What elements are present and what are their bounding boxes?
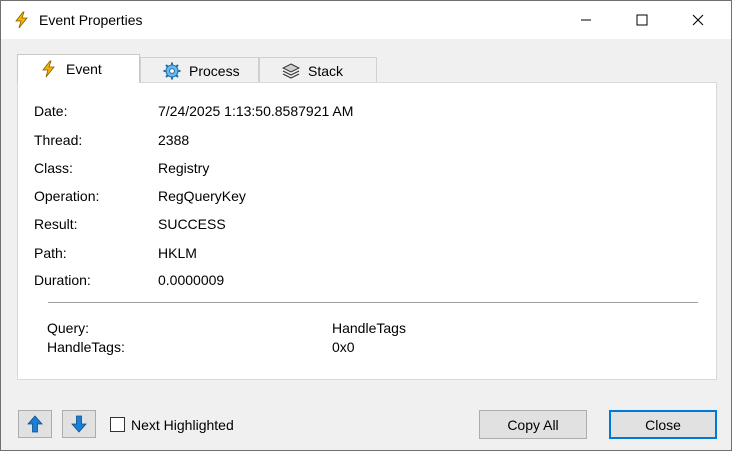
close-icon: [692, 14, 704, 26]
property-value: SUCCESS: [158, 216, 226, 232]
section-divider: [48, 302, 698, 303]
tab-label: Stack: [308, 62, 344, 79]
title-bar[interactable]: Event Properties: [1, 1, 731, 39]
detail-value: 0x0: [332, 339, 355, 355]
property-label: Thread:: [34, 132, 83, 148]
close-button[interactable]: Close: [609, 410, 717, 439]
detail-label: HandleTags:: [47, 339, 125, 355]
maximize-icon: [636, 14, 648, 26]
gear-icon: [163, 62, 181, 79]
property-value: 0.0000009: [158, 272, 225, 288]
property-value: RegQueryKey: [158, 188, 246, 204]
maximize-button[interactable]: [619, 1, 665, 39]
property-label: Result:: [34, 216, 78, 232]
next-highlighted-checkbox[interactable]: [110, 417, 125, 432]
minimize-icon: [581, 19, 591, 21]
next-event-button[interactable]: [62, 410, 96, 438]
tab-stack[interactable]: Stack: [259, 57, 377, 83]
arrow-down-icon: [71, 415, 87, 433]
copy-all-button[interactable]: Copy All: [479, 410, 587, 439]
lightning-icon: [15, 11, 28, 29]
previous-event-button[interactable]: [18, 410, 52, 438]
property-value: HKLM: [158, 245, 197, 261]
property-label: Operation:: [34, 188, 100, 204]
tab-label: Process: [189, 62, 240, 79]
event-panel: Date: 7/24/2025 1:13:50.8587921 AM Threa…: [17, 82, 717, 380]
event-properties-window: Event Properties Event Process Stack Dat…: [0, 0, 732, 451]
property-label: Duration:: [34, 272, 91, 288]
property-label: Path:: [34, 245, 67, 261]
detail-label: Query:: [47, 320, 90, 336]
next-highlighted-label[interactable]: Next Highlighted: [131, 417, 234, 433]
detail-value: HandleTags: [332, 320, 406, 336]
property-label: Date:: [34, 103, 68, 119]
layers-icon: [282, 62, 300, 79]
property-value: 7/24/2025 1:13:50.8587921 AM: [158, 103, 354, 119]
close-window-button[interactable]: [675, 1, 721, 39]
lightning-icon: [42, 60, 55, 78]
property-value: 2388: [158, 132, 190, 148]
tab-event[interactable]: Event: [17, 54, 140, 83]
tab-label: Event: [66, 61, 102, 77]
tab-process[interactable]: Process: [140, 57, 259, 83]
property-value: Registry: [158, 160, 210, 176]
property-label: Class:: [34, 160, 73, 176]
window-title: Event Properties: [39, 12, 143, 28]
minimize-button[interactable]: [563, 1, 609, 39]
arrow-up-icon: [27, 415, 43, 433]
